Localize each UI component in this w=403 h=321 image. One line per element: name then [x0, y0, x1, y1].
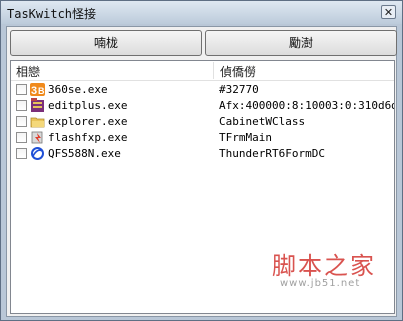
window-class: CabinetWClass: [219, 115, 306, 128]
process-name: flashfxp.exe: [48, 131, 128, 144]
column-header-name[interactable]: 相戀: [16, 63, 40, 80]
process-name: editplus.exe: [48, 99, 128, 112]
watermark-text: 脚本之家: [272, 252, 376, 280]
window-title: TasKwitch怪接: [7, 7, 97, 21]
site-watermark: 脚本之家 www.jb51.net: [272, 246, 392, 291]
window-class: #32770: [219, 83, 259, 96]
list-item[interactable]: editplus.exe Afx:400000:8:10003:0:310d6d: [11, 98, 394, 114]
row-checkbox[interactable]: [16, 116, 27, 127]
window-class: TFrmMain: [219, 131, 272, 144]
list-item[interactable]: explorer.exe CabinetWClass: [11, 114, 394, 130]
column-divider[interactable]: [213, 62, 214, 79]
window-class: Afx:400000:8:10003:0:310d6d: [219, 99, 395, 112]
editplus-icon: [31, 98, 44, 112]
row-checkbox[interactable]: [16, 132, 27, 143]
list-item[interactable]: 3 B 360se.exe #32770: [11, 82, 394, 98]
svg-text:B: B: [38, 86, 45, 96]
close-button[interactable]: ✕: [381, 5, 396, 19]
row-checkbox[interactable]: [16, 84, 27, 95]
list-item[interactable]: flashfxp.exe TFrmMain: [11, 130, 394, 146]
360-browser-icon: 3 B: [30, 83, 45, 97]
window-class: ThunderRT6FormDC: [219, 147, 325, 160]
swirl-icon: [31, 147, 44, 160]
list-header: 相戀 偵僑僗: [11, 61, 394, 81]
flashfxp-icon: [31, 131, 43, 144]
main-window: TasKwitch怪接 ✕ 喃栊 勵澍 相戀 偵僑僗 3 B 360se.exe…: [0, 0, 403, 321]
process-name: explorer.exe: [48, 115, 128, 128]
process-name: 360se.exe: [48, 83, 108, 96]
left-button[interactable]: 喃栊: [10, 30, 202, 56]
svg-text:3: 3: [31, 85, 37, 97]
row-checkbox[interactable]: [16, 148, 27, 159]
row-checkbox[interactable]: [16, 100, 27, 111]
title-bar[interactable]: TasKwitch怪接 ✕: [1, 1, 402, 24]
list-item[interactable]: QFS588N.exe ThunderRT6FormDC: [11, 146, 394, 162]
folder-icon: [30, 117, 45, 128]
column-header-class[interactable]: 偵僑僗: [220, 63, 256, 80]
right-button[interactable]: 勵澍: [205, 30, 397, 56]
watermark-url: www.jb51.net: [280, 278, 361, 289]
close-icon: ✕: [383, 6, 394, 19]
process-name: QFS588N.exe: [48, 147, 121, 160]
